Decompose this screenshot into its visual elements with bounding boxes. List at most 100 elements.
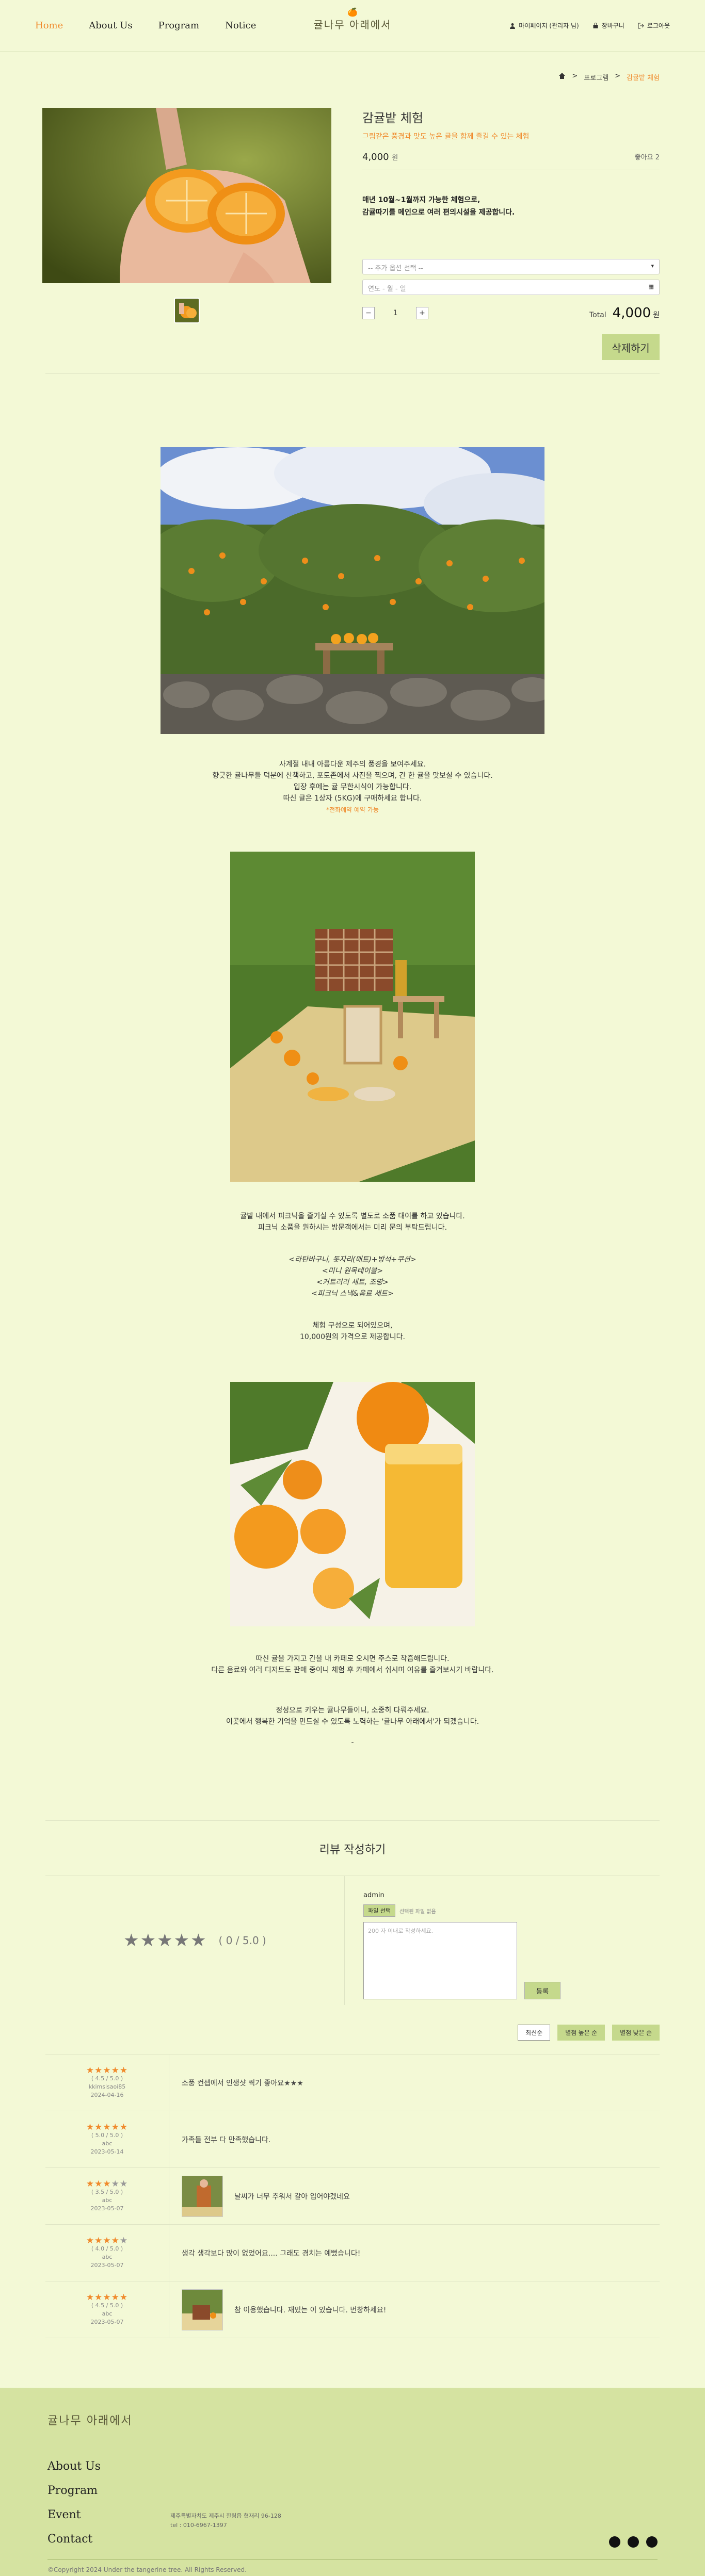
story-line: 정성으로 키우는 귤나무들이니, 소중히 다뤄주세요.	[276, 1706, 429, 1715]
sort-low-button[interactable]: 별점 낮은 순	[612, 2025, 660, 2041]
star-icon: ★	[86, 2122, 95, 2132]
product-description: 매년 10월~1월까지 가능한 체험으로, 감귤따기를 메인으로 여러 편의시설…	[362, 194, 660, 219]
breadcrumb-current: 감귤밭 체험	[627, 74, 660, 82]
review-stars: ★★★★★	[45, 2066, 169, 2075]
product-thumbnail[interactable]	[174, 298, 200, 323]
review-score: ( 4.5 / 5.0 )	[91, 2302, 123, 2309]
user-icon	[510, 23, 516, 29]
story-line: 다른 음료와 여러 디저트도 판매 중이니 체험 후 카페에서 쉬시며 여유를 …	[211, 1666, 494, 1674]
review-score: ( 4.5 / 5.0 )	[91, 2075, 123, 2082]
review-meta: ★★★★★( 3.5 / 5.0 ) abc 2023-05-07	[45, 2168, 169, 2224]
review-body: 참 이용했습니다. 재밌는 이 있습니다. 번창하세요!	[169, 2289, 386, 2330]
story-line: 10,000원의 가격으로 제공합니다.	[299, 1333, 406, 1341]
file-row: 파일 선택 선택된 파일 없음	[363, 1904, 560, 1917]
nav-program[interactable]: Program	[158, 20, 199, 31]
section-divider	[45, 373, 660, 374]
footer-link-program[interactable]: Program	[47, 2484, 705, 2497]
review-stars: ★★★★★	[45, 2123, 169, 2131]
calendar-icon[interactable]: ▦	[649, 283, 654, 290]
total-label: Total	[589, 311, 606, 319]
star-icon: ★	[86, 2292, 95, 2303]
nav-notice[interactable]: Notice	[225, 20, 256, 31]
option-select-value: -- 추가 옵션 선택 --	[368, 265, 424, 272]
review-stars: ★★★★★	[45, 2293, 169, 2302]
footer-logo[interactable]: 귤나무 아래에서	[47, 2414, 705, 2429]
cart-link[interactable]: 장바구니	[592, 21, 624, 30]
picnic-item: <미니 원목테이블>	[322, 1267, 383, 1275]
chevron-down-icon: ▾	[651, 263, 654, 269]
story-line: 피크닉 소품을 원하시는 방문객에서는 미리 문의 부탁드립니다.	[258, 1224, 447, 1232]
review-body: 날씨가 너무 추워서 갈아 입어야겠네요	[169, 2175, 350, 2217]
review-row: ★★★★★( 4.0 / 5.0 ) abc 2023-05-07 생각 생각보다 많…	[45, 2225, 660, 2281]
product-section: 감귤밭 체험 그림같은 풍경과 맛도 높은 귤을 함께 즐길 수 있는 체험 4…	[0, 82, 705, 360]
increase-button[interactable]: +	[416, 307, 428, 319]
delete-button[interactable]: 삭제하기	[602, 334, 660, 360]
date-input[interactable]: 연도 - 월 - 일 ▦	[362, 280, 660, 295]
review-meta: ★★★★★( 4.0 / 5.0 ) abc 2023-05-07	[45, 2225, 169, 2281]
star-empty-icon: ★	[119, 2235, 129, 2246]
review-list: ★★★★★( 4.5 / 5.0 ) kkimsisaoi85 2024-04-16…	[45, 2054, 660, 2338]
review-date: 2024-04-16	[90, 2091, 124, 2098]
review-user: kkimsisaoi85	[88, 2083, 126, 2090]
review-title: 리뷰 작성하기	[319, 1844, 386, 1856]
nav-about[interactable]: About Us	[89, 20, 132, 31]
footer-link-about[interactable]: About Us	[47, 2460, 705, 2473]
review-text: 소풍 컨셉에서 인생샷 찍기 좋아요★★★	[182, 2079, 303, 2088]
rating-score: ( 0 / 5.0 )	[218, 1934, 266, 1947]
total-unit: 원	[653, 311, 660, 319]
star-empty-icon: ★	[119, 2178, 129, 2189]
review-photo[interactable]	[182, 2289, 223, 2330]
story-line: 귤밭 내에서 피크닉을 즐기실 수 있도록 별도로 소품 대여를 하고 있습니다…	[240, 1212, 465, 1220]
quantity-value[interactable]: 1	[375, 309, 416, 317]
footer-link-event[interactable]: Event	[47, 2508, 705, 2521]
footer-link-contact[interactable]: Contact	[47, 2533, 705, 2546]
cart-icon	[593, 22, 598, 28]
likes-count[interactable]: 좋아요 2	[635, 152, 660, 162]
detail-image-picnic	[230, 852, 475, 1182]
option-select[interactable]: -- 추가 옵션 선택 -- ▾	[362, 259, 660, 274]
total-price: Total 4,000 원	[589, 305, 660, 321]
file-select-button[interactable]: 파일 선택	[363, 1904, 395, 1917]
star-icon: ★	[94, 2235, 103, 2246]
star-icon: ★	[119, 2122, 129, 2132]
file-status: 선택된 파일 없음	[399, 1909, 436, 1915]
review-row: ★★★★★( 4.5 / 5.0 ) kkimsisaoi85 2024-04-16…	[45, 2055, 660, 2111]
breadcrumb-level1[interactable]: 프로그램	[584, 72, 608, 82]
star-icon: ★	[94, 2065, 103, 2076]
review-row: ★★★★★( 4.5 / 5.0 ) abc 2023-05-07 참 이용했습니다.…	[45, 2281, 660, 2338]
logout-link[interactable]: 로그아웃	[638, 21, 670, 30]
story-line: 입장 후에는 귤 무한시식이 가능합니다.	[293, 783, 412, 791]
submit-button[interactable]: 등록	[524, 1982, 560, 1999]
review-photo[interactable]	[182, 2175, 223, 2217]
facebook-icon[interactable]	[609, 2536, 620, 2548]
site-logo[interactable]: 🍊 귤나무 아래에서	[313, 7, 391, 32]
total-value: 4,000	[612, 305, 651, 321]
sort-latest-button[interactable]: 최신순	[518, 2025, 551, 2041]
sort-high-button[interactable]: 별점 높은 순	[557, 2025, 605, 2041]
product-title: 감귤밭 체험	[362, 111, 424, 125]
review-input-area: admin 파일 선택 선택된 파일 없음 200 자 이내로 작성하세요. 등…	[345, 1876, 560, 2005]
review-meta: ★★★★★( 4.5 / 5.0 ) kkimsisaoi85 2024-04-16	[45, 2055, 169, 2111]
story-dash: -	[351, 1738, 354, 1747]
product-subtitle: 그림같은 풍경과 맛도 높은 귤을 함께 즐길 수 있는 체험	[362, 133, 530, 141]
footer-links: About Us Program Event Contact	[47, 2460, 705, 2546]
star-icon: ★	[103, 2178, 111, 2189]
nav-home[interactable]: Home	[35, 20, 63, 31]
star-icon: ★	[111, 2122, 120, 2132]
product-info: 감귤밭 체험 그림같은 풍경과 맛도 높은 귤을 함께 즐길 수 있는 체험 4…	[362, 108, 660, 360]
copyright: ©Copyright 2024 Under the tangerine tree…	[47, 2566, 247, 2573]
home-icon[interactable]	[558, 72, 566, 79]
star-icon: ★	[94, 2122, 103, 2132]
product-gallery	[42, 108, 331, 360]
decrease-button[interactable]: −	[362, 307, 375, 319]
review-date: 2023-05-07	[90, 2261, 124, 2269]
instagram-icon[interactable]	[628, 2536, 639, 2548]
review-text: 날씨가 너무 추워서 갈아 입어야겠네요	[234, 2192, 350, 2201]
mypage-link[interactable]: 마이페이지 (관리자 님)	[509, 21, 579, 30]
youtube-icon[interactable]	[646, 2536, 658, 2548]
price-unit: 원	[392, 154, 398, 162]
rating-stars[interactable]: ★★★★★	[123, 1930, 207, 1951]
review-textarea[interactable]: 200 자 이내로 작성하세요.	[363, 1922, 517, 1999]
